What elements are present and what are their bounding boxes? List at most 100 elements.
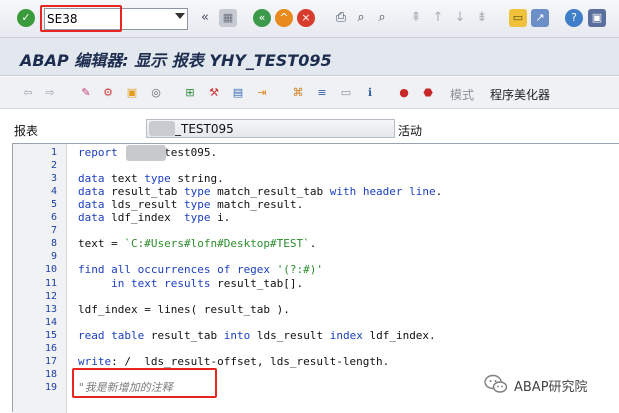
- code-token: match_result_tab: [217, 185, 330, 199]
- frame-icon[interactable]: ▭: [338, 85, 354, 101]
- new-comment-highlight: [72, 368, 217, 398]
- line-number: 4: [50, 186, 57, 198]
- exit-icon[interactable]: ^: [275, 9, 293, 27]
- keyword-token: with header line: [329, 185, 436, 199]
- line-number: 17: [44, 355, 57, 367]
- code-line[interactable]: find all occurrences of regex '(?:#)': [78, 263, 323, 276]
- keyword-token: data: [78, 198, 112, 212]
- check-icon[interactable]: ◎: [148, 85, 164, 101]
- code-line[interactable]: read table result_tab into lds_result in…: [78, 329, 436, 342]
- line-number: 15: [44, 329, 57, 341]
- code-line[interactable]: data lds_result type match_result.: [78, 198, 303, 211]
- keyword-token: type: [183, 185, 218, 199]
- line-number: 12: [44, 290, 57, 302]
- keyword-token: index: [329, 328, 370, 342]
- line-number: 19: [44, 381, 57, 393]
- code-line[interactable]: data text type string.: [78, 172, 224, 185]
- line-number: 11: [44, 277, 57, 289]
- line-number: 3: [50, 173, 57, 185]
- pretty-printer-button[interactable]: 程序美化器: [490, 86, 550, 103]
- line-number: 14: [44, 316, 57, 328]
- code-token: match_result.: [217, 198, 304, 212]
- redacted-name: [126, 145, 166, 161]
- code-line[interactable]: data result_tab type match_result_tab wi…: [78, 185, 442, 198]
- code-token: ldf_index.: [369, 328, 436, 342]
- enter-icon[interactable]: ✓: [17, 9, 35, 27]
- command-field-highlight: [40, 5, 122, 32]
- last-page-icon[interactable]: ⇟: [473, 9, 491, 27]
- keyword-token: type: [183, 198, 218, 212]
- keyword-token: in text: [78, 276, 165, 290]
- shortcut-icon[interactable]: ↗: [531, 9, 549, 27]
- code-token: text =: [78, 237, 125, 251]
- code-line[interactable]: in text results result_tab[].: [78, 277, 303, 290]
- page-title: ABAP 编辑器: 显示 报表 YHY_TEST095: [20, 51, 332, 70]
- line-number: 2: [50, 160, 57, 172]
- first-page-icon[interactable]: ⇞: [407, 9, 425, 27]
- cancel-icon[interactable]: ×: [297, 9, 315, 27]
- wechat-icon: [484, 374, 508, 393]
- keyword-token: read table: [78, 328, 151, 342]
- display-change-icon[interactable]: ✎: [78, 85, 94, 101]
- code-token: string.: [177, 172, 224, 186]
- keyword-token: into: [223, 328, 257, 342]
- hierarchy-icon[interactable]: ⌘: [290, 85, 306, 101]
- object-list-icon[interactable]: ▤: [230, 85, 246, 101]
- program-name: _TEST095: [175, 122, 234, 136]
- program-status: 活动: [398, 124, 423, 138]
- navigation-icon[interactable]: ⇥: [254, 85, 270, 101]
- keyword-token: find all occurrences of regex: [78, 263, 277, 277]
- code-token: result_tab: [111, 185, 184, 199]
- code-token: .: [435, 185, 443, 199]
- system-toolbar: ✓ « ▦ « ^ × ⎙ ⌕ ⌕ ⇞ ↑ ↓ ⇟ ▭ ↗ ? ▣: [0, 0, 619, 38]
- find-next-icon[interactable]: ⌕: [373, 9, 391, 27]
- keyword-token: data: [78, 172, 112, 186]
- watermark-text: ABAP研究院: [514, 380, 588, 395]
- tmode-button[interactable]: 模式: [450, 86, 474, 103]
- print-icon[interactable]: ⎙: [332, 9, 350, 27]
- align-icon[interactable]: ≡: [314, 85, 330, 101]
- code-token: lds_result: [111, 198, 184, 212]
- code-token: ldf_index: [111, 211, 184, 225]
- keyword-token: data: [78, 211, 112, 225]
- code-token: ldf_index = lines( result_tab ).: [78, 302, 290, 316]
- new-session-icon[interactable]: ▭: [509, 9, 527, 27]
- line-number: 16: [44, 342, 57, 354]
- save-icon[interactable]: ▦: [219, 9, 237, 27]
- back-arrow-icon[interactable]: ⇦: [20, 85, 36, 101]
- where-used-icon[interactable]: ⊞: [182, 85, 198, 101]
- stop-icon[interactable]: ⬣: [420, 85, 436, 101]
- help-icon[interactable]: ?: [565, 9, 583, 27]
- line-number: 13: [44, 303, 57, 315]
- other-object-icon[interactable]: ▣: [124, 85, 140, 101]
- keyword-token: type: [144, 172, 178, 186]
- program-row: 报表 _TEST095 活动: [0, 110, 619, 142]
- info-icon[interactable]: ℹ: [362, 85, 378, 101]
- keyword-token: write: [78, 354, 112, 368]
- customize-layout-icon[interactable]: ▣: [588, 9, 606, 27]
- code-token: .: [309, 237, 317, 251]
- code-line[interactable]: data ldf_index type i.: [78, 211, 230, 224]
- redacted-prefix: [149, 121, 175, 136]
- code-line[interactable]: write: / lds_result-offset, lds_result-l…: [78, 355, 389, 368]
- chevron-down-icon[interactable]: [175, 13, 185, 19]
- program-label: 报表: [14, 124, 39, 138]
- code-token: i.: [217, 211, 231, 225]
- line-number: 1: [50, 147, 57, 158]
- prev-page-icon[interactable]: ↑: [429, 9, 447, 27]
- keyword-token: type: [183, 211, 218, 225]
- keyword-token: data: [78, 185, 112, 199]
- code-line[interactable]: text = `C:#Users#lofn#Desktop#TEST`.: [78, 237, 316, 250]
- green-back-icon[interactable]: «: [253, 9, 271, 27]
- forward-arrow-icon[interactable]: ⇨: [42, 85, 58, 101]
- next-page-icon[interactable]: ↓: [451, 9, 469, 27]
- line-number: 9: [50, 251, 57, 263]
- string-token: `C:#Users#lofn#Desktop#TEST`: [124, 237, 310, 251]
- activate-icon[interactable]: ⚙: [100, 85, 116, 101]
- set-breakpoint-icon[interactable]: ●: [396, 85, 412, 101]
- code-line[interactable]: ldf_index = lines( result_tab ).: [78, 303, 290, 316]
- collapse-icon[interactable]: «: [196, 9, 214, 27]
- find-icon[interactable]: ⌕: [352, 9, 370, 27]
- line-number: 10: [44, 264, 57, 276]
- test-icon[interactable]: ⚒: [206, 85, 222, 101]
